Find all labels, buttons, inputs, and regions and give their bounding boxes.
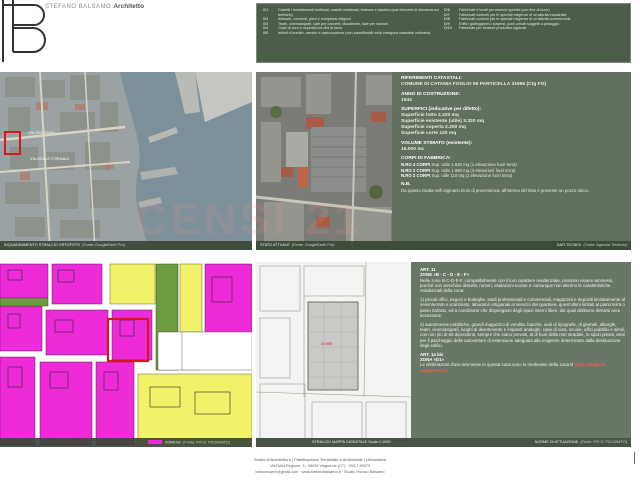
orthophoto-panel: VIA DEL FARO VIA DELLE FORNACI INQUADRAM…: [0, 72, 252, 250]
cadastral-ref-value: COMUNE DI CATANIA FOGLIO 69 PARTICELLA 3…: [401, 82, 547, 87]
nb-text: Da quanto risulta nell'originario titolo…: [401, 187, 589, 193]
legend-item: 0/1 Castelli / insediamenti fortificati, …: [263, 8, 440, 17]
brand-name: STEFANO BALSAMO Architetto: [45, 3, 145, 10]
legend-column-left: 0/1 Castelli / insediamenti fortificati, …: [263, 8, 444, 59]
panel-caption: STATO ATTUALE (Fonte: GoogleEarth Pro) D…: [256, 241, 631, 250]
parcel-number: 31955: [321, 341, 333, 346]
street-label: VIA DELLE FORNACI: [30, 156, 69, 161]
current-state-panel: RIFERIMENTI CATASTALI: COMUNE DI CATANIA…: [256, 72, 631, 250]
legend-code: D/10: [444, 26, 452, 31]
year-value: 1944: [401, 97, 412, 103]
volume-value: 15.000 mc: [401, 146, 425, 152]
norm-intro: Nelle zone B-C-D-E-F, compatibilmente co…: [420, 277, 614, 294]
page-edge-mark: [634, 452, 640, 464]
panel-caption: STRALCIO MAPPA CATASTALE Scala 1:1000 NO…: [256, 438, 631, 447]
norm-point-1: 1) piccoli uffici, negozi e botteghe, st…: [420, 296, 625, 318]
norm-point-2: 2) autorimesse pubbliche, grandi magazzi…: [420, 321, 626, 348]
legend-item: 0/5 Istituti di credito, cambio e assicur…: [263, 31, 440, 36]
legend-column-right: D/6 Fabbricati e locali per esercizi spor…: [444, 8, 625, 59]
surfaces-block: SUPERFICI (indicative per difetto): Supe…: [401, 107, 625, 137]
page-header: STEFANO BALSAMO Architetto 0/1 Castelli /…: [0, 0, 640, 66]
legend-item: D/10 Fabbricati per funzioni produttive a…: [444, 26, 621, 31]
panel-caption: ZONA B1 (Fonte: P.R.G. PICCINATO): [0, 438, 252, 447]
surface-line: Superficie corte 120 mq: [401, 131, 457, 137]
cadastral-panel: 31955 ART. 11 ZONE «B - C - D - E - F» N…: [256, 262, 631, 447]
zone-swatch: [148, 440, 162, 445]
implementation-norms: ART. 11 ZONE «B - C - D - E - F» Nelle z…: [411, 262, 631, 438]
architect-logo-icon: [2, 0, 46, 62]
legend-code: 0/5: [263, 30, 269, 35]
page-footer: Studio di Architettura | Pianificazione …: [0, 452, 640, 480]
legend-text: Istituti di credito, cambio e assicurazi…: [278, 30, 431, 35]
legend-code: 0/1: [263, 8, 269, 12]
building-body-line: N.RO 2 CORPI Sup. utile 110 mq (1 elevaz…: [401, 172, 513, 178]
zoning-map: [0, 262, 252, 447]
legend-text: Fabbricati per funzioni produttive agric…: [459, 26, 527, 31]
panel-caption: INQUADRAMENTO STRALCIO ORTOFOTO (Fonte: …: [0, 241, 252, 250]
street-label: VIA DEL FARO: [28, 130, 55, 135]
technical-data: RIFERIMENTI CATASTALI: COMUNE DI CATANIA…: [392, 72, 631, 250]
zoning-panel: ZONA B1 (Fonte: P.R.G. PICCINATO): [0, 262, 252, 447]
building-bodies-block: CORPI DI FABBRICA: N.RO 4 CORPI Sup. Uti…: [401, 156, 625, 178]
footer-contacts[interactable]: balsamoarch@gmail.com · www.stefanobalsa…: [0, 469, 640, 475]
legend-text: Castelli / insediamenti fortificati, cas…: [278, 8, 439, 17]
category-legend: 0/1 Castelli / insediamenti fortificati, …: [256, 3, 631, 63]
norm-text-2: Le destinazioni d'uso ammesse in questa …: [420, 362, 606, 373]
orthophoto-map: VIA DEL FARO VIA DELLE FORNACI: [0, 72, 252, 250]
